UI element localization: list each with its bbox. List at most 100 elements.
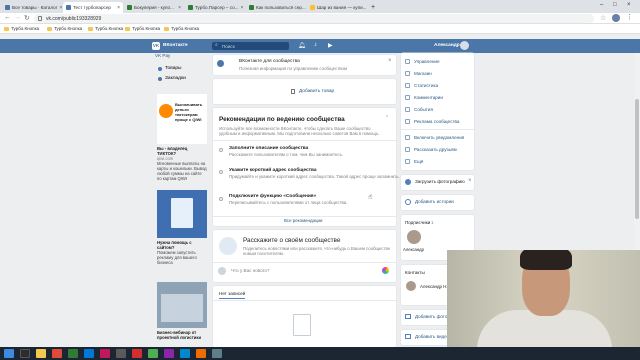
close-tab-icon[interactable]: × — [366, 5, 367, 11]
ad-banner[interactable]: Выплачивать деньги тиктокерам проще с QI… — [157, 94, 207, 144]
browser-tab[interactable]: Шар из вания — купи...× — [307, 2, 367, 13]
bookmark[interactable]: Турбо.Кнопка — [125, 26, 160, 31]
app-icon[interactable] — [132, 349, 142, 358]
emoji-icon[interactable] — [382, 267, 389, 274]
ad-block[interactable]: Бизнес-вебинар от проектной логистики — [157, 330, 207, 340]
search-taskbar-icon[interactable] — [20, 349, 30, 358]
app-icon[interactable] — [180, 349, 190, 358]
subscribers-title[interactable]: Подписчики — [405, 220, 430, 225]
browser-tab[interactable]: Как пользоваться сер...× — [246, 2, 306, 13]
megaphone-icon — [405, 147, 410, 152]
vk-favicon-icon — [5, 5, 10, 10]
maximize-icon[interactable]: □ — [613, 2, 617, 8]
rec-item[interactable]: Подключите функцию «Сообщения» Переписыва… — [229, 194, 347, 205]
menu-item-events[interactable]: События — [405, 107, 433, 112]
close-icon[interactable]: × — [388, 58, 392, 64]
folder-icon — [88, 26, 93, 31]
app-icon[interactable] — [84, 349, 94, 358]
rec-checkbox[interactable] — [219, 197, 223, 201]
explorer-icon[interactable] — [36, 349, 46, 358]
subscriber-name[interactable]: Александр — [403, 247, 424, 252]
menu-item-more[interactable]: Ещё — [405, 159, 423, 164]
divider — [213, 140, 396, 141]
close-tab-icon[interactable]: × — [57, 5, 62, 11]
ad-image[interactable] — [157, 282, 207, 328]
music-icon[interactable]: ♪ — [314, 42, 317, 48]
app-icon[interactable] — [68, 349, 78, 358]
app-icon[interactable] — [52, 349, 62, 358]
ad-block[interactable]: Нужна помощь с сайтом? Поможем запустить… — [157, 240, 207, 265]
contact-avatar[interactable] — [406, 281, 416, 291]
close-icon[interactable]: × — [468, 178, 472, 184]
card-subtitle: Полезная информация по управлению сообще… — [239, 66, 348, 71]
all-recommendations-link[interactable]: Все рекомендации — [284, 218, 322, 223]
start-button-icon[interactable] — [4, 349, 14, 358]
close-window-icon[interactable]: × — [627, 2, 631, 8]
sidebar-item-goods[interactable]: Товары — [158, 66, 182, 71]
sidebar-item-bookmarks[interactable]: Закладки — [158, 76, 186, 81]
bookmark[interactable]: Турбо.Кнопка — [88, 26, 123, 31]
upload-photo-card[interactable]: Загрузить фотографию × — [401, 175, 474, 190]
vk-pay-link[interactable]: VK Pay — [155, 53, 170, 58]
rec-checkbox[interactable] — [219, 148, 223, 152]
app-icon[interactable] — [116, 349, 126, 358]
add-product-button[interactable]: Добавить товар — [299, 89, 334, 94]
menu-item-ads[interactable]: Реклама сообщества — [405, 119, 459, 124]
close-tab-icon[interactable]: × — [115, 5, 120, 11]
play-icon[interactable]: ▶ — [328, 42, 333, 49]
menu-dots-icon[interactable]: ⋮ — [626, 13, 633, 21]
bookmark[interactable]: Турбо.Кнопка — [47, 26, 82, 31]
ad-block[interactable]: Вы - владелец ТИКТОК? qiwi.com Мгновенны… — [157, 146, 207, 181]
reload-icon[interactable]: ↻ — [24, 14, 30, 22]
app-icon[interactable] — [100, 349, 110, 358]
profile-avatar[interactable] — [612, 14, 620, 22]
ad-image[interactable] — [157, 190, 207, 238]
posts-tab[interactable]: Нет записей — [219, 291, 245, 296]
browser-tab[interactable]: Турбо.Парсер – со... × — [185, 2, 245, 13]
user-avatar[interactable] — [460, 41, 469, 50]
star-icon[interactable]: ☆ — [600, 14, 606, 22]
upload-photo-button[interactable]: Загрузить фотографию — [415, 179, 465, 184]
browser-tab[interactable]: Бокуперия - купо... × — [124, 2, 184, 13]
vk-search-input[interactable]: ⌕ Поиск — [212, 42, 289, 50]
rec-item[interactable]: Заполните описание сообщества Расскажите … — [229, 146, 343, 157]
rec-checkbox[interactable] — [219, 170, 223, 174]
user-name[interactable]: Александр — [434, 43, 460, 48]
back-icon[interactable]: ← — [4, 14, 11, 21]
add-stories-button[interactable]: Добавить истории — [415, 199, 454, 204]
close-tab-icon[interactable]: × — [238, 5, 243, 11]
forward-icon[interactable]: → — [14, 14, 21, 21]
app-icon[interactable] — [196, 349, 206, 358]
address-bar[interactable]: vk.com/public193328929 — [34, 14, 594, 23]
vk-logo-icon[interactable]: VK — [152, 42, 160, 50]
chrome-icon[interactable] — [148, 349, 158, 358]
bookmark[interactable]: Турбо.Кнопка — [4, 26, 39, 31]
add-product-card[interactable]: Добавить товар — [213, 79, 396, 104]
new-tab-button[interactable]: + — [368, 2, 378, 13]
contacts-title[interactable]: Контакты — [405, 270, 425, 275]
contact-name[interactable]: Александр Н. — [420, 284, 448, 289]
menu-item-tell-friends[interactable]: Рассказать друзьям — [405, 147, 457, 152]
menu-item-notify[interactable]: Включить уведомления — [405, 135, 464, 140]
subscriber-avatar[interactable] — [407, 230, 421, 244]
minimize-icon[interactable]: – — [600, 2, 603, 8]
menu-item-manage[interactable]: Управление — [405, 59, 440, 64]
vk-for-communities-card[interactable]: ВКонтакте для сообщества Полезная информ… — [213, 55, 396, 75]
menu-item-stats[interactable]: Статистика — [405, 83, 438, 88]
browser-tab[interactable]: Все товары · Каталог × — [2, 2, 62, 13]
menu-item-shop[interactable]: Магазин — [405, 71, 432, 76]
scrollbar-thumb[interactable] — [635, 99, 639, 219]
rec-item[interactable]: Укажите короткий адрес сообщества Придума… — [229, 168, 400, 179]
add-video-button[interactable]: Добавить видео — [415, 334, 449, 339]
menu-item-comments[interactable]: Комментарии — [405, 95, 443, 100]
vk-logo-text[interactable]: ВКонтакте — [163, 43, 188, 48]
notifications-bell-icon[interactable]: 🔔︎ — [298, 42, 306, 49]
browser-tab-active[interactable]: Тест турбопарсер × — [63, 2, 123, 13]
app-icon[interactable] — [212, 349, 222, 358]
post-input[interactable]: Что у Вас нового? — [231, 268, 269, 273]
stories-card[interactable]: Добавить истории — [401, 195, 474, 210]
collapse-icon[interactable]: ⌃ — [385, 115, 389, 121]
close-tab-icon[interactable]: × — [176, 5, 181, 11]
app-icon[interactable] — [164, 349, 174, 358]
bookmark[interactable]: Турбо.Кнопка — [164, 26, 199, 31]
